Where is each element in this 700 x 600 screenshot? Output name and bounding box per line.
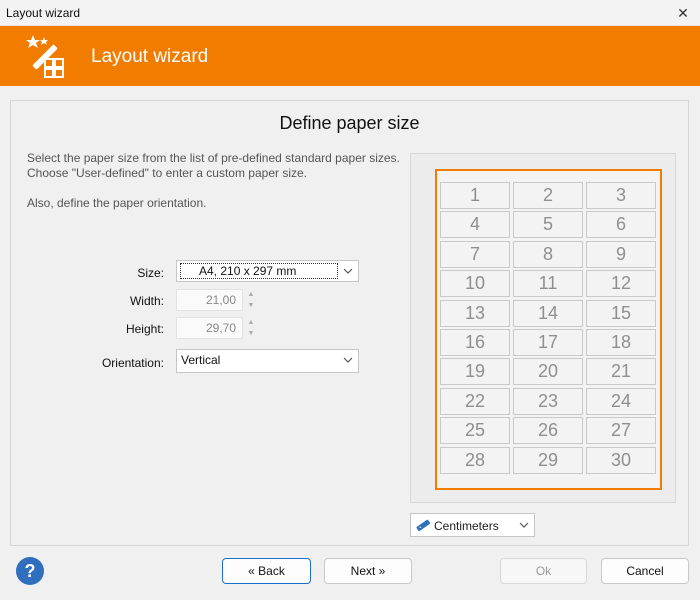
label-cell: 6 xyxy=(586,211,656,239)
paper-preview: 1 2 3 4 5 6 7 8 9 10 11 12 13 14 15 16 17 18 19 20 21 22 23 24 2… xyxy=(410,153,676,503)
label-cell: 19 xyxy=(440,358,510,386)
description-line: Also, define the paper orientation. xyxy=(27,196,207,210)
magic-wand-icon xyxy=(26,35,64,78)
label-cell: 26 xyxy=(513,417,583,445)
help-icon[interactable]: ? xyxy=(15,556,45,586)
stepper-down-icon[interactable]: ▼ xyxy=(244,328,258,339)
wizard-header: Layout wizard xyxy=(0,26,700,86)
label-cell: 1 xyxy=(440,182,510,209)
svg-text:?: ? xyxy=(25,561,36,581)
label-cell: 9 xyxy=(586,240,656,268)
height-label: Height: xyxy=(125,322,164,336)
height-field[interactable]: 29,70 xyxy=(176,317,243,339)
width-value: 21,00 xyxy=(205,293,236,307)
paper-sheet: 1 2 3 4 5 6 7 8 9 10 11 12 13 14 15 16 17 18 19 20 21 22 23 24 2… xyxy=(435,169,662,490)
chevron-down-icon xyxy=(519,522,529,528)
label-cell: 28 xyxy=(440,446,510,474)
header-title: Layout wizard xyxy=(91,46,209,67)
width-field[interactable]: 21,00 xyxy=(176,289,243,311)
description-line: Select the paper size from the list of p… xyxy=(27,151,400,165)
orientation-select-value: Vertical xyxy=(181,353,221,367)
label-cell: 30 xyxy=(586,446,656,474)
label-cell: 8 xyxy=(513,240,583,268)
height-stepper[interactable]: ▲ ▼ xyxy=(244,317,258,339)
units-select-value: Centimeters xyxy=(434,519,499,533)
label-cell: 2 xyxy=(513,182,583,209)
label-cell: 12 xyxy=(586,270,656,298)
label-cell: 24 xyxy=(586,387,656,415)
cancel-button[interactable]: Cancel xyxy=(601,558,689,584)
label-cell: 23 xyxy=(513,387,583,415)
label-cell: 7 xyxy=(440,240,510,268)
label-cell: 25 xyxy=(440,417,510,445)
label-grid: 1 2 3 4 5 6 7 8 9 10 11 12 13 14 15 16 17 18 19 20 21 22 23 24 2… xyxy=(440,182,658,479)
label-cell: 18 xyxy=(586,328,656,356)
label-cell: 22 xyxy=(440,387,510,415)
label-cell: 20 xyxy=(513,358,583,386)
label-cell: 10 xyxy=(440,270,510,298)
label-cell: 16 xyxy=(440,328,510,356)
label-cell: 21 xyxy=(586,358,656,386)
label-cell: 3 xyxy=(586,182,656,209)
back-button[interactable]: « Back xyxy=(222,558,311,584)
chevron-down-icon xyxy=(343,268,353,274)
size-select-value: A4, 210 x 297 mm xyxy=(199,264,297,278)
title-bar: Layout wizard ✕ xyxy=(0,0,700,26)
orientation-label: Orientation: xyxy=(101,356,164,370)
width-stepper[interactable]: ▲ ▼ xyxy=(244,289,258,311)
size-select[interactable]: A4, 210 x 297 mm xyxy=(176,260,359,282)
label-cell: 4 xyxy=(440,211,510,239)
content-panel: Define paper size Select the paper size … xyxy=(10,100,689,546)
label-cell: 15 xyxy=(586,299,656,327)
chevron-down-icon xyxy=(343,357,353,363)
ruler-icon xyxy=(416,519,431,532)
stepper-down-icon[interactable]: ▼ xyxy=(244,300,258,311)
orientation-select[interactable]: Vertical xyxy=(176,349,359,373)
description-line: Choose "User-defined" to enter a custom … xyxy=(27,166,307,180)
stepper-up-icon[interactable]: ▲ xyxy=(244,317,258,328)
label-cell: 17 xyxy=(513,328,583,356)
label-cell: 14 xyxy=(513,299,583,327)
label-cell: 11 xyxy=(513,270,583,298)
stepper-up-icon[interactable]: ▲ xyxy=(244,289,258,300)
next-button[interactable]: Next » xyxy=(324,558,412,584)
page-title: Define paper size xyxy=(279,113,420,133)
close-button[interactable]: ✕ xyxy=(666,0,700,26)
width-label: Width: xyxy=(129,294,164,308)
units-select[interactable]: Centimeters xyxy=(410,513,535,537)
label-cell: 13 xyxy=(440,299,510,327)
ok-button[interactable]: Ok xyxy=(500,558,587,584)
label-cell: 5 xyxy=(513,211,583,239)
size-label: Size: xyxy=(137,266,164,280)
height-value: 29,70 xyxy=(205,321,236,335)
label-cell: 29 xyxy=(513,446,583,474)
label-cell: 27 xyxy=(586,417,656,445)
window-title: Layout wizard xyxy=(6,6,81,20)
page-description: Select the paper size from the list of p… xyxy=(27,151,407,211)
